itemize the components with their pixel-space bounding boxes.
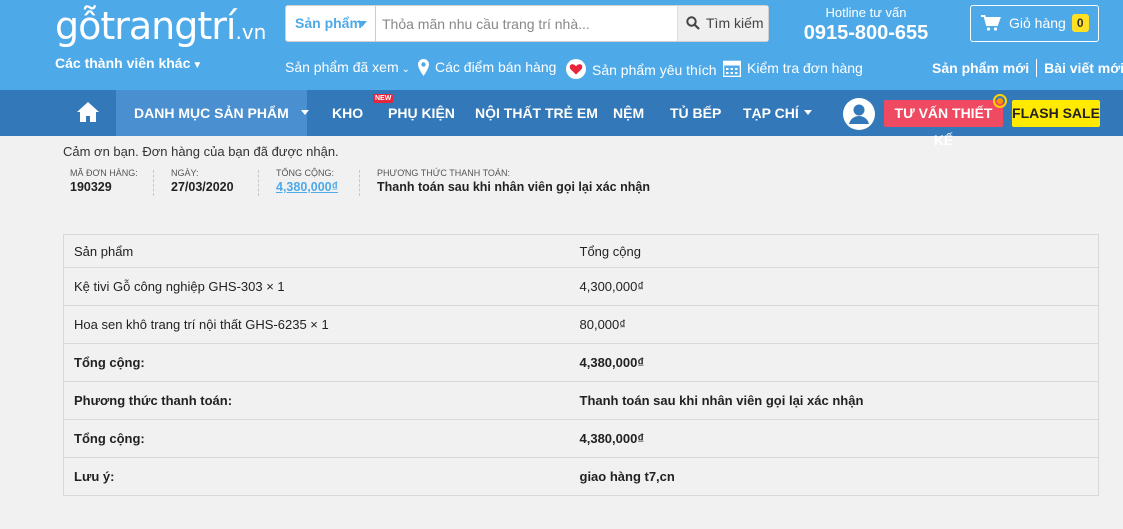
nav-categories-toggle[interactable] (296, 90, 309, 136)
caret-down-icon (301, 110, 309, 115)
favorites-label: Sản phẩm yêu thích (592, 62, 717, 78)
right-links: Sản phẩm mới Bài viết mới (932, 59, 1123, 77)
product-total: 4,300,000₫ (569, 267, 1099, 306)
user-avatar-icon[interactable] (843, 98, 875, 130)
divider (1036, 59, 1038, 77)
grand-total-value: 4,380,000₫ (569, 419, 1099, 458)
order-number-label: MÃ ĐƠN HÀNG: (70, 168, 138, 178)
payment-method-label: Phương thức thanh toán: (63, 381, 570, 420)
nav-nem[interactable]: NỆM (613, 90, 644, 136)
caret-down-icon (357, 21, 367, 27)
order-date: NGÀY: 27/03/2020 (171, 168, 234, 194)
search-button-label: Tìm kiếm (706, 15, 764, 31)
column-header-product: Sản phẩm (74, 243, 134, 259)
payment-method-value: Thanh toán sau khi nhân viên gọi lại xác… (569, 381, 1099, 420)
search-input[interactable] (382, 12, 672, 36)
table-row: Hoa sen khô trang trí nội thất GHS-6235 … (63, 305, 1099, 344)
cart-count-badge: 0 (1071, 14, 1089, 32)
nav-tu-bep[interactable]: TỦ BẾP (670, 90, 721, 136)
order-payment-value: Thanh toán sau khi nhân viên gọi lại xác… (377, 180, 650, 194)
home-link[interactable] (77, 90, 99, 136)
design-consult-button[interactable]: TƯ VẤN THIẾT KẾ (884, 100, 1003, 148)
subtotal-label: Tổng cộng: (63, 343, 570, 382)
check-order-link[interactable]: Kiểm tra đơn hàng (722, 59, 863, 78)
product-name: Hoa sen khô trang trí nội thất GHS-6235 … (63, 305, 570, 344)
divider (258, 170, 259, 196)
order-details-table: Sản phẩm Tổng cộng Kệ tivi Gỗ công nghiệ… (63, 234, 1099, 496)
search-category-select[interactable]: Sản phẩm (286, 6, 376, 41)
hotline-title: Hotline tư vấn (825, 5, 907, 20)
search-category-label: Sản phẩm (295, 15, 362, 31)
stores-link[interactable]: Các điểm bán hàng (418, 59, 556, 76)
heart-icon (566, 59, 586, 79)
new-posts-link[interactable]: Bài viết mới (1044, 60, 1123, 76)
viewed-products-label: Sản phẩm đã xem (285, 59, 399, 75)
hotline-number[interactable]: 0915-800-655 (792, 22, 940, 45)
nav-categories[interactable]: DANH MỤC SẢN PHẨM (116, 90, 307, 136)
nav-categories-label: DANH MỤC SẢN PHẨM (134, 105, 289, 121)
table-row: Lưu ý: giao hàng t7,cn (63, 457, 1099, 496)
order-number: MÃ ĐƠN HÀNG: 190329 (70, 168, 138, 194)
order-number-value: 190329 (70, 180, 112, 194)
cart-label: Giỏ hàng (1009, 15, 1066, 31)
order-payment: PHƯƠNG THỨC THANH TOÁN: Thanh toán sau k… (377, 168, 650, 194)
note-value: giao hàng t7,cn (569, 457, 1099, 496)
column-header-total: Tổng cộng (579, 243, 641, 259)
product-name: Kệ tivi Gỗ công nghiệp GHS-303 × 1 (63, 267, 570, 306)
table-row: Tổng cộng: 4,380,000₫ (63, 419, 1099, 458)
search-button[interactable]: Tìm kiếm (677, 6, 768, 41)
members-label: Các thành viên khác (55, 55, 191, 71)
nav-tap-chi[interactable]: TẠP CHÍ (743, 90, 812, 136)
caret-down-icon (803, 110, 812, 115)
site-header: gỗtrangtrí.vn Các thành viên khác ▼ Sản p… (0, 0, 1123, 90)
table-header-row: Sản phẩm Tổng cộng (64, 235, 1099, 268)
subtotal-value: 4,380,000₫ (569, 343, 1099, 382)
chevron-down-icon: ⌄ (401, 64, 411, 75)
hotline: Hotline tư vấn 0915-800-655 (792, 5, 940, 45)
nav-phu-kien[interactable]: PHỤ KIỆN (388, 90, 455, 136)
order-payment-label: PHƯƠNG THỨC THANH TOÁN: (377, 168, 510, 178)
cart-icon (981, 15, 1001, 31)
divider (359, 170, 360, 196)
table-row: Tổng cộng: 4,380,000₫ (63, 343, 1099, 382)
nav-kho[interactable]: KHO (332, 90, 363, 136)
logo-domain: .vn (235, 20, 267, 44)
order-total-label: TỔNG CỘNG: (276, 168, 334, 178)
order-received-message: Cảm ơn bạn. Đơn hàng của bạn đã được nhậ… (63, 144, 339, 159)
nav-tap-chi-label: TẠP CHÍ (743, 105, 799, 121)
user-icon (849, 104, 869, 124)
divider (153, 170, 154, 196)
search-bar: Sản phẩm Tìm kiếm (285, 5, 769, 42)
chevron-down-icon: ▼ (192, 60, 203, 71)
nav-kids-furniture[interactable]: NỘI THẤT TRẺ EM (475, 90, 598, 136)
check-order-label: Kiểm tra đơn hàng (747, 60, 863, 76)
stores-label: Các điểm bán hàng (435, 59, 557, 75)
order-date-label: NGÀY: (171, 168, 199, 178)
order-total-value: 4,380,000₫ (276, 180, 339, 194)
flash-sale-button[interactable]: FLASH SALE (1012, 100, 1100, 127)
viewed-products-link[interactable]: Sản phẩm đã xem ⌄ (285, 59, 410, 75)
product-total: 80,000₫ (569, 305, 1099, 344)
home-icon (77, 102, 99, 122)
new-badge: NEW (373, 94, 394, 103)
table-row: Phương thức thanh toán: Thanh toán sau k… (63, 381, 1099, 420)
map-pin-icon (418, 59, 429, 76)
members-dropdown[interactable]: Các thành viên khác ▼ (55, 55, 202, 71)
grand-total-label: Tổng cộng: (63, 419, 570, 458)
new-products-link[interactable]: Sản phẩm mới (932, 60, 1029, 76)
table-row: Kệ tivi Gỗ công nghiệp GHS-303 × 1 4,300… (63, 267, 1099, 306)
notification-dot-icon (993, 94, 1007, 108)
cart-button[interactable]: Giỏ hàng 0 (970, 5, 1099, 42)
logo-text: gỗtrangtrí (55, 4, 236, 48)
search-icon (686, 16, 700, 30)
calendar-icon (722, 60, 742, 78)
order-total: TỔNG CỘNG: 4,380,000₫ (276, 168, 338, 194)
favorites-link[interactable]: Sản phẩm yêu thích (566, 59, 717, 79)
site-logo[interactable]: gỗtrangtrí.vn (55, 6, 266, 52)
note-label: Lưu ý: (63, 457, 570, 496)
order-date-value: 27/03/2020 (171, 180, 234, 194)
